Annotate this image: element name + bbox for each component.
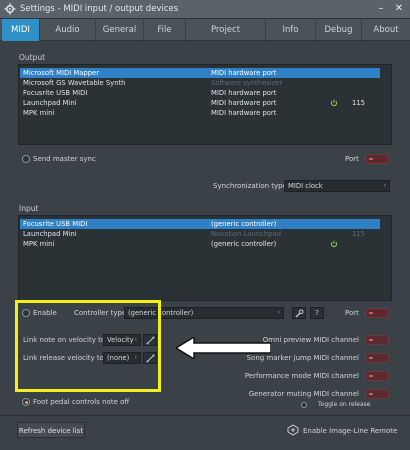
- image-line-remote-label[interactable]: Enable Image-Line Remote: [303, 427, 397, 435]
- input-device-row[interactable]: MPK mini (generic controller): [20, 239, 380, 249]
- window-title: Settings - MIDI input / output devices: [20, 4, 179, 14]
- song-marker-jump-toggle[interactable]: [365, 353, 389, 363]
- foot-pedal-radio[interactable]: [22, 398, 30, 406]
- input-port-label: Port: [345, 309, 359, 317]
- input-section-title: Input: [19, 204, 39, 213]
- highlight-box: [15, 300, 161, 392]
- performance-mode-label: Performance mode MIDI channel: [244, 372, 359, 380]
- footer: Refresh device list Enable Image-Line Re…: [0, 415, 410, 450]
- input-port-toggle[interactable]: [365, 308, 389, 318]
- output-device-row[interactable]: Focusrite USB MIDI MIDI hardware port: [20, 88, 380, 98]
- tab-info[interactable]: Info: [266, 19, 316, 41]
- wrench-icon: [295, 309, 303, 317]
- generator-muting-label: Generator muting MIDI channel: [248, 390, 359, 398]
- sync-type-dropdown[interactable]: MIDI clock ›: [284, 180, 390, 192]
- chevron-right-icon: ›: [383, 182, 386, 189]
- sync-type-label: Synchronization type: [213, 182, 287, 190]
- output-device-row[interactable]: Microsoft GS Wavetable Synth Software sy…: [20, 78, 380, 88]
- tab-midi[interactable]: MIDI: [2, 19, 40, 41]
- settings-icon: [4, 3, 16, 15]
- remote-icon: [287, 424, 299, 436]
- output-device-row[interactable]: Microsoft MIDI Mapper MIDI hardware port: [20, 68, 380, 78]
- generator-muting-toggle[interactable]: [365, 389, 389, 399]
- input-device-row[interactable]: Launchpad Mini Novation Launchpad 115: [20, 229, 380, 239]
- omni-preview-toggle[interactable]: [365, 335, 389, 345]
- input-device-row[interactable]: Focusrite USB MIDI (generic controller): [20, 219, 380, 229]
- foot-pedal-label: Foot pedal controls note off: [33, 398, 130, 406]
- output-device-row[interactable]: Launchpad Mini MIDI hardware port 115: [20, 98, 380, 108]
- tab-about[interactable]: About: [362, 19, 410, 41]
- arrow-icon: [176, 337, 271, 359]
- send-master-sync-label: Send master sync: [33, 155, 96, 163]
- power-icon: [330, 240, 338, 248]
- controller-settings-button[interactable]: [292, 307, 306, 319]
- tab-general[interactable]: General: [96, 19, 144, 41]
- tab-debug[interactable]: Debug: [316, 19, 362, 41]
- close-button[interactable]: ✕: [392, 2, 406, 16]
- title-bar: Settings - MIDI input / output devices –…: [0, 0, 410, 19]
- output-device-row[interactable]: MPK mini MIDI hardware port: [20, 108, 380, 118]
- performance-mode-toggle[interactable]: [365, 371, 389, 381]
- tab-bar: MIDI Audio General File Project Info Deb…: [0, 19, 410, 41]
- output-section-title: Output: [19, 53, 46, 62]
- refresh-device-list-button[interactable]: Refresh device list: [17, 422, 85, 438]
- chevron-right-icon: ›: [277, 309, 280, 316]
- help-button[interactable]: ?: [310, 307, 324, 319]
- send-master-sync-radio[interactable]: [22, 155, 30, 163]
- toggle-on-release-radio[interactable]: [301, 402, 307, 408]
- output-port-label: Port: [345, 155, 359, 163]
- minimize-button[interactable]: –: [374, 2, 388, 16]
- output-device-list[interactable]: Microsoft MIDI Mapper MIDI hardware port…: [18, 64, 392, 145]
- output-port-toggle[interactable]: [365, 154, 389, 164]
- tab-project[interactable]: Project: [186, 19, 266, 41]
- toggle-on-release-label: Toggle on release: [318, 401, 371, 408]
- power-icon: [330, 99, 338, 107]
- tab-file[interactable]: File: [144, 19, 186, 41]
- input-device-list[interactable]: Focusrite USB MIDI (generic controller) …: [18, 215, 392, 301]
- tab-audio[interactable]: Audio: [40, 19, 96, 41]
